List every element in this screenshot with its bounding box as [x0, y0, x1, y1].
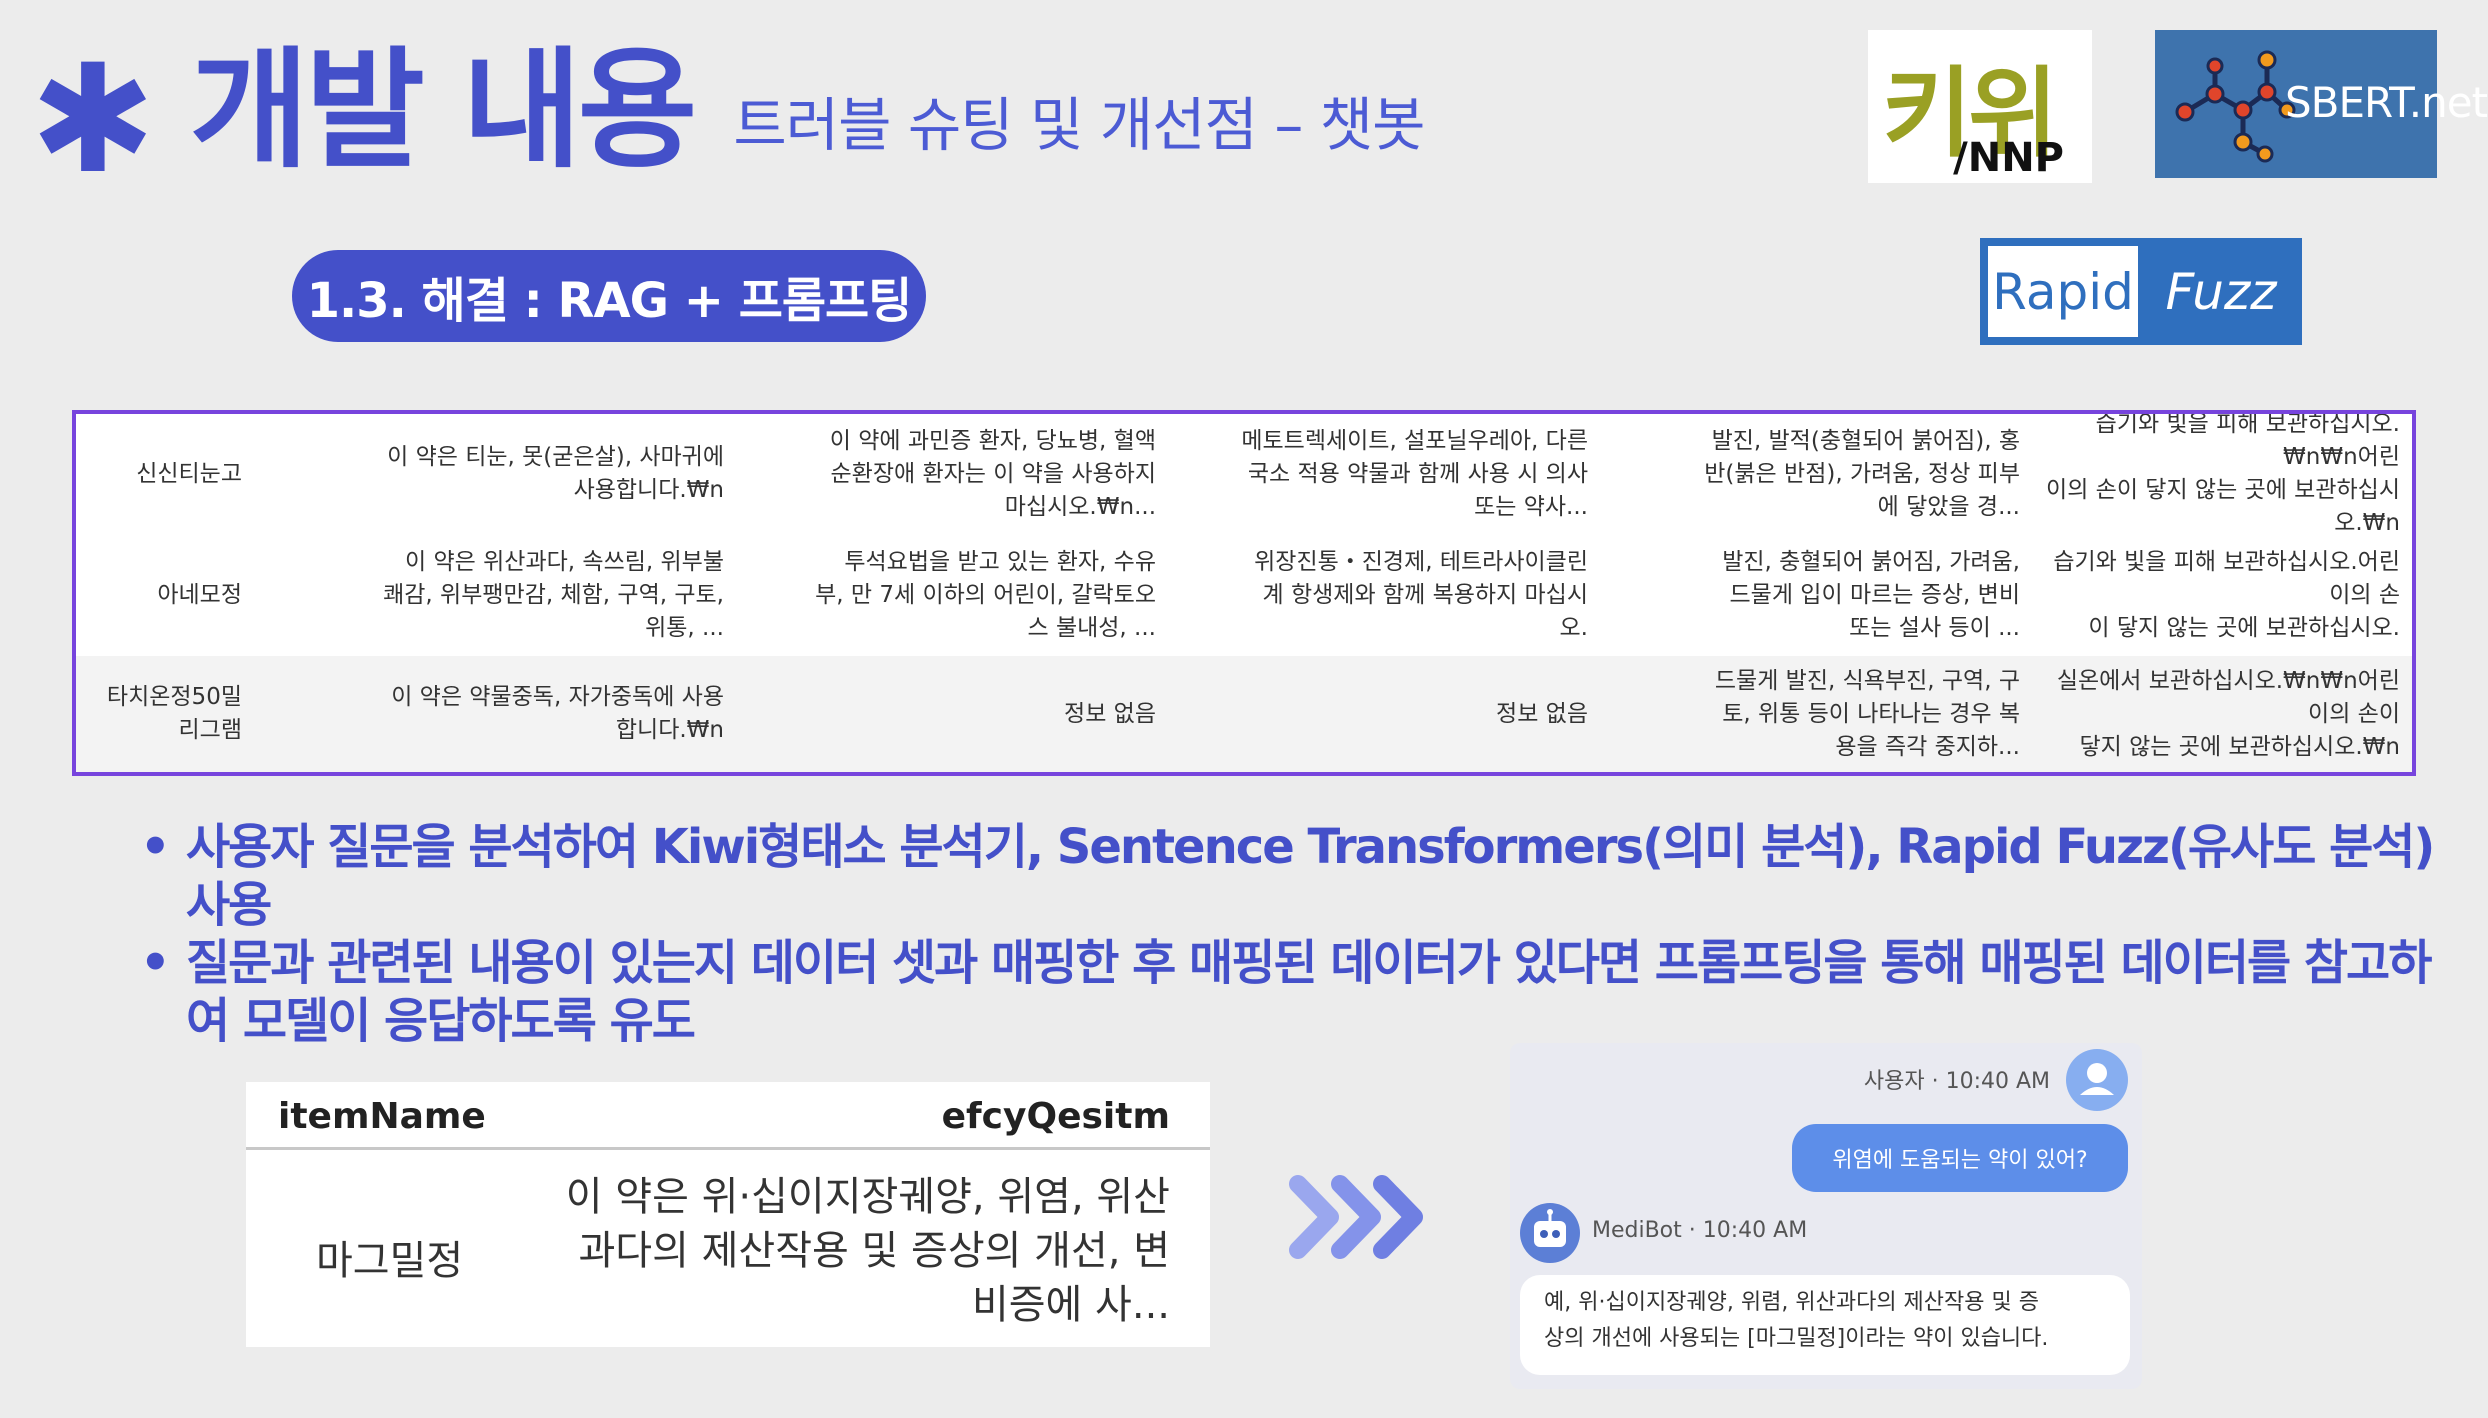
table-cell-storage: 습기와 빛을 피해 보관하십시오.어린이의 손이 닿지 않는 곳에 보관하십시오… [2053, 548, 2400, 641]
bullet-dot-icon: • [140, 819, 171, 875]
section-label: 1.3. 해결 : RAG + 프롬프팅 [292, 250, 926, 342]
rapidfuzz-logo-fuzz: Fuzz [2165, 262, 2277, 321]
table-row: 신신티눈고 이 약은 티눈, 못(굳은살), 사마귀에 사용합니다.₩n 이 약에… [76, 414, 2412, 534]
table-cell-interaction: 메토트렉세이트, 설포닐우레아, 다른 국소 적용 약물과 함께 사용 시 의사 또… [1241, 427, 1588, 520]
table-row: 아네모정 이 약은 위산과다, 속쓰림, 위부불 쾌감, 위부팽만감, 체함, 구… [76, 534, 2412, 656]
table-cell-side-effect: 드물게 발진, 식욕부진, 구역, 구 토, 위통 등이 나타나는 경우 복 용을 … [1714, 667, 2020, 760]
rapidfuzz-logo: Rapid Fuzz [1980, 238, 2302, 345]
kiwi-logo-subtext: /NNP [1953, 135, 2064, 181]
triple-chevron-right-icon [1289, 1175, 1423, 1259]
table-cell-interaction: 정보 없음 [1496, 700, 1588, 727]
chat-panel: 사용자 · 10:40 AM 위염에 도움되는 약이 있어? MediBot ·… [1510, 1043, 2142, 1389]
table-cell-efficacy: 이 약은 위산과다, 속쓰림, 위부불 쾌감, 위부팽만감, 체함, 구역, 구토… [383, 548, 724, 641]
sbert-logo-text: SBERT.net [2285, 78, 2488, 127]
table-cell-warning: 투석요법을 받고 있는 환자, 수유 부, 만 7세 이하의 어린이, 갈락토오 스… [815, 548, 1156, 641]
table-cell-side-effect: 발진, 충혈되어 붉어짐, 가려움, 드물게 입이 마르는 증상, 변비 또는 설사… [1722, 548, 2020, 641]
mapping-example-table: itemName efcyQesitm 마그밀정 이 약은 위·십이지장궤양, … [246, 1082, 1210, 1347]
table-cell-efficacy: 이 약은 티눈, 못(굳은살), 사마귀에 사용합니다.₩n [387, 444, 724, 503]
kiwi-logo: 키위 /NNP [1868, 30, 2092, 183]
table-cell-interaction: 위장진통・진경제, 테트라사이클린 계 항생제와 함께 복용하지 마십시 오. [1254, 548, 1588, 641]
table-cell-name: 타치온정50밀 리그램 [106, 684, 242, 743]
item-name-cell: 마그밀정 [316, 1238, 464, 1284]
table-header: itemName efcyQesitm [246, 1082, 1210, 1150]
bullet-dot-icon: • [140, 935, 171, 991]
table-row: 타치온정50밀 리그램 이 약은 약물중독, 자가중독에 사용 합니다.₩n 정보 … [76, 656, 2412, 772]
bot-message-bubble: 예, 위·십이지장궤양, 위렴, 위산과다의 제산작용 및 증 상의 개선에 사… [1520, 1275, 2130, 1375]
bullet-item: • 질문과 관련된 내용이 있는지 데이터 셋과 매핑한 후 매핑된 데이터가 … [140, 935, 2432, 1049]
bot-message-meta: MediBot · 10:40 AM [1592, 1218, 1808, 1243]
table-cell-storage: 습기와 빛을 피해 보관하십시오.₩n₩n어린 이의 손이 닿지 않는 곳에 보관… [2046, 414, 2400, 534]
column-header-efficacy: efcyQesitm [941, 1096, 1170, 1137]
user-message-bubble: 위염에 도움되는 약이 있어? [1792, 1124, 2128, 1192]
column-header-itemname: itemName [278, 1096, 486, 1137]
drug-data-table: 신신티눈고 이 약은 티눈, 못(굳은살), 사마귀에 사용합니다.₩n 이 약에… [72, 410, 2416, 776]
bullet-item: • 사용자 질문을 분석하여 Kiwi형태소 분석기, Sentence Tra… [140, 819, 2435, 933]
table-cell-warning: 정보 없음 [1064, 700, 1156, 727]
page-title: 개발 내용 [189, 34, 698, 186]
rapidfuzz-logo-rapid: Rapid [1988, 246, 2138, 337]
title-row: ✱ 개발 내용 트러블 슈팅 및 개선점 – 챗봇 [30, 34, 1426, 195]
page-subtitle: 트러블 슈팅 및 개선점 – 챗봇 [733, 91, 1425, 159]
table-cell-side-effect: 발진, 발적(충혈되어 붉어짐), 홍 반(붉은 반점), 가려움, 정상 피부 에… [1704, 427, 2020, 520]
table-cell-storage: 실온에서 보관하십시오.₩n₩n어린이의 손이 닿지 않는 곳에 보관하십시오.₩… [2056, 667, 2400, 760]
table-cell-name: 신신티눈고 [136, 460, 242, 487]
bullet-list: • 사용자 질문을 분석하여 Kiwi형태소 분석기, Sentence Tra… [140, 818, 2440, 1050]
user-message-meta: 사용자 · 10:40 AM [1863, 1069, 2050, 1094]
asterisk-icon: ✱ [30, 33, 156, 207]
sbert-logo: SBERT.net [2155, 30, 2488, 178]
user-avatar-icon [2066, 1049, 2128, 1111]
efficacy-cell: 이 약은 위·십이지장궤양, 위염, 위산 과다의 제산작용 및 증상의 개선,… [565, 1174, 1170, 1328]
table-cell-warning: 이 약에 과민증 환자, 당뇨병, 혈액 순환장애 환자는 이 약을 사용하지 마십… [829, 427, 1156, 520]
table-cell-efficacy: 이 약은 약물중독, 자가중독에 사용 합니다.₩n [391, 684, 724, 743]
robot-avatar-icon [1520, 1203, 1580, 1263]
table-cell-name: 아네모정 [157, 581, 242, 608]
